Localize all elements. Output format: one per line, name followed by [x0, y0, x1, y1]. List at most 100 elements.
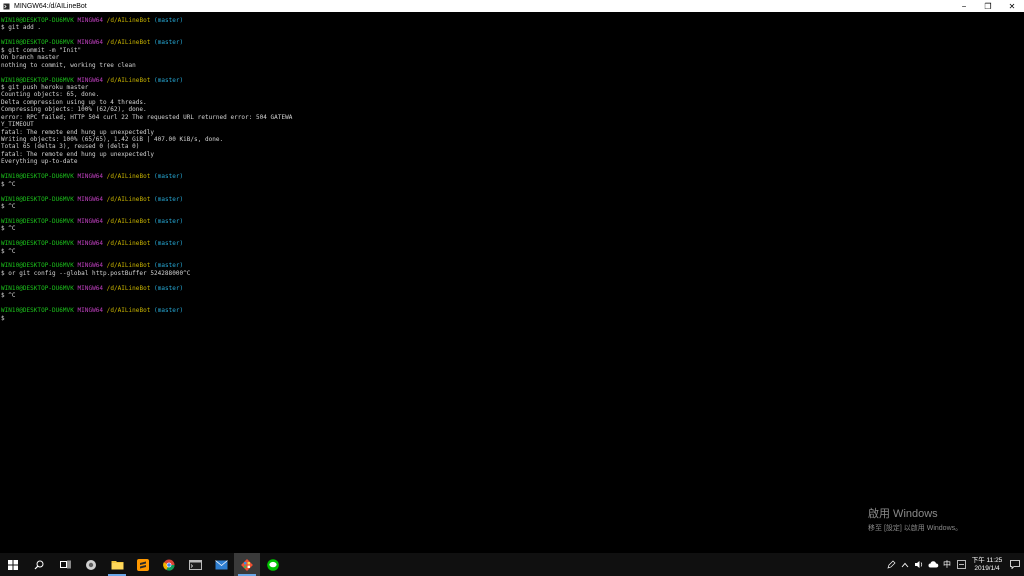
search-button[interactable] [26, 553, 52, 576]
window-title: MINGW64:/d/AILineBot [14, 2, 87, 10]
prompt-line: WIN10@DESKTOP-DU6MVK MINGW64 /d/AILineBo… [1, 196, 1024, 203]
output-line: $ or git config --global http.postBuffer… [1, 269, 191, 277]
output-line: Y_TIMEOUT [1, 121, 34, 129]
activation-watermark: 啟用 Windows 移至 [設定] 以啟用 Windows。 [868, 505, 962, 533]
minimize-button[interactable]: − [952, 0, 976, 12]
watermark-title: 啟用 Windows [868, 508, 938, 520]
output-line: $ ^C [1, 180, 16, 188]
prompt-env: MINGW64 [77, 76, 104, 84]
prompt-path: /d/AILineBot [106, 240, 151, 248]
window-title-bar[interactable]: MINGW64:/d/AILineBot − ❐ ✕ [0, 0, 1024, 12]
prompt-branch: (master) [154, 76, 184, 84]
prompt-line: WIN10@DESKTOP-DU6MVK MINGW64 /d/AILineBo… [1, 17, 1024, 24]
terminal-output: WIN10@DESKTOP-DU6MVK MINGW64 /d/AILineBo… [0, 13, 1024, 322]
prompt-env: MINGW64 [77, 307, 104, 315]
terminal-area[interactable]: WIN10@DESKTOP-DU6MVK MINGW64 /d/AILineBo… [0, 13, 1024, 553]
prompt-path: /d/AILineBot [106, 17, 151, 24]
prompt-line: WIN10@DESKTOP-DU6MVK MINGW64 /d/AILineBo… [1, 173, 1024, 180]
pen-workspace-icon[interactable] [884, 553, 898, 576]
prompt-branch: (master) [154, 173, 184, 181]
taskbar-line[interactable] [260, 553, 286, 576]
prompt-branch: (master) [154, 195, 184, 203]
output-line: $ ^C [1, 202, 16, 210]
clock-time: 下午 11:25 [971, 556, 1003, 564]
prompt-env: MINGW64 [77, 39, 104, 47]
maximize-button[interactable]: ❐ [976, 0, 1000, 12]
prompt-env: MINGW64 [77, 284, 104, 292]
prompt-branch: (master) [154, 307, 184, 315]
prompt-host: WIN10@DESKTOP-DU6MVK [1, 195, 74, 203]
prompt-line: WIN10@DESKTOP-DU6MVK MINGW64 /d/AILineBo… [1, 307, 1024, 314]
ime-mode-icon[interactable] [954, 553, 968, 576]
taskbar-mail[interactable] [208, 553, 234, 576]
app-icon [86, 559, 96, 570]
taskbar-file-explorer[interactable] [104, 553, 130, 576]
taskbar-git-bash[interactable] [234, 553, 260, 576]
notification-center-button[interactable] [1006, 553, 1024, 576]
prompt-host: WIN10@DESKTOP-DU6MVK [1, 39, 74, 47]
prompt-branch: (master) [154, 217, 184, 225]
taskbar-terminal[interactable] [182, 553, 208, 576]
system-clock[interactable]: 下午 11:25 2019/1/4 [968, 557, 1006, 573]
prompt-line: WIN10@DESKTOP-DU6MVK MINGW64 /d/AILineBo… [1, 77, 1024, 84]
prompt-line: WIN10@DESKTOP-DU6MVK MINGW64 /d/AILineBo… [1, 39, 1024, 46]
output-line: Everything up-to-date [1, 158, 78, 166]
prompt-path: /d/AILineBot [106, 76, 151, 84]
start-button[interactable] [0, 553, 26, 576]
prompt-line: WIN10@DESKTOP-DU6MVK MINGW64 /d/AILineBo… [1, 240, 1024, 247]
git-bash-icon [3, 3, 10, 10]
prompt-env: MINGW64 [77, 262, 104, 270]
taskbar: 中 下午 11:25 2019/1/4 [0, 553, 1024, 576]
prompt-host: WIN10@DESKTOP-DU6MVK [1, 173, 74, 181]
output-line: On branch master [1, 54, 60, 62]
taskbar-sublime[interactable] [130, 553, 156, 576]
output-line: nothing to commit, working tree clean [1, 61, 136, 69]
onedrive-cloud-icon[interactable] [926, 553, 940, 576]
output-line: $ git commit -m "Init" [1, 46, 82, 54]
chevron-up-icon[interactable] [898, 553, 912, 576]
prompt-path: /d/AILineBot [106, 284, 151, 292]
prompt-path: /d/AILineBot [106, 195, 151, 203]
notification-icon [1010, 560, 1020, 569]
prompt-line: WIN10@DESKTOP-DU6MVK MINGW64 /d/AILineBo… [1, 262, 1024, 269]
prompt-host: WIN10@DESKTOP-DU6MVK [1, 307, 74, 315]
watermark-subtitle: 移至 [設定] 以啟用 Windows。 [868, 525, 963, 532]
output-line: Delta compression using up to 4 threads. [1, 98, 147, 106]
prompt-branch: (master) [154, 39, 184, 47]
output-line: fatal: The remote end hung up unexpected… [1, 128, 154, 136]
prompt-env: MINGW64 [77, 217, 104, 225]
system-tray: 中 下午 11:25 2019/1/4 [884, 553, 1024, 576]
close-button[interactable]: ✕ [1000, 0, 1024, 12]
windows-logo-icon [8, 559, 18, 570]
taskbar-chrome[interactable] [156, 553, 182, 576]
output-line: Compressing objects: 100% (62/62), done. [1, 106, 147, 114]
output-line: $ git push heroku master [1, 83, 89, 91]
output-line: error: RPC failed; HTTP 504 curl 22 The … [1, 113, 293, 121]
ime-indicator[interactable]: 中 [940, 553, 954, 576]
search-icon [34, 560, 44, 569]
volume-icon[interactable] [912, 553, 926, 576]
prompt-env: MINGW64 [77, 173, 104, 181]
git-icon [241, 558, 253, 571]
output-line: $ git add . [1, 24, 42, 32]
output-line: Total 65 (delta 3), reused 0 (delta 0) [1, 143, 140, 151]
taskbar-app-1[interactable] [78, 553, 104, 576]
clock-date: 2019/1/4 [974, 564, 1000, 572]
prompt-host: WIN10@DESKTOP-DU6MVK [1, 217, 74, 225]
prompt-path: /d/AILineBot [106, 39, 151, 47]
prompt-path: /d/AILineBot [106, 173, 151, 181]
mail-icon [214, 559, 228, 569]
prompt-env: MINGW64 [77, 17, 104, 24]
prompt-env: MINGW64 [77, 240, 104, 248]
task-view-button[interactable] [52, 553, 78, 576]
output-line: Counting objects: 65, done. [1, 91, 100, 99]
prompt-host: WIN10@DESKTOP-DU6MVK [1, 262, 74, 270]
sublime-icon [137, 558, 149, 571]
